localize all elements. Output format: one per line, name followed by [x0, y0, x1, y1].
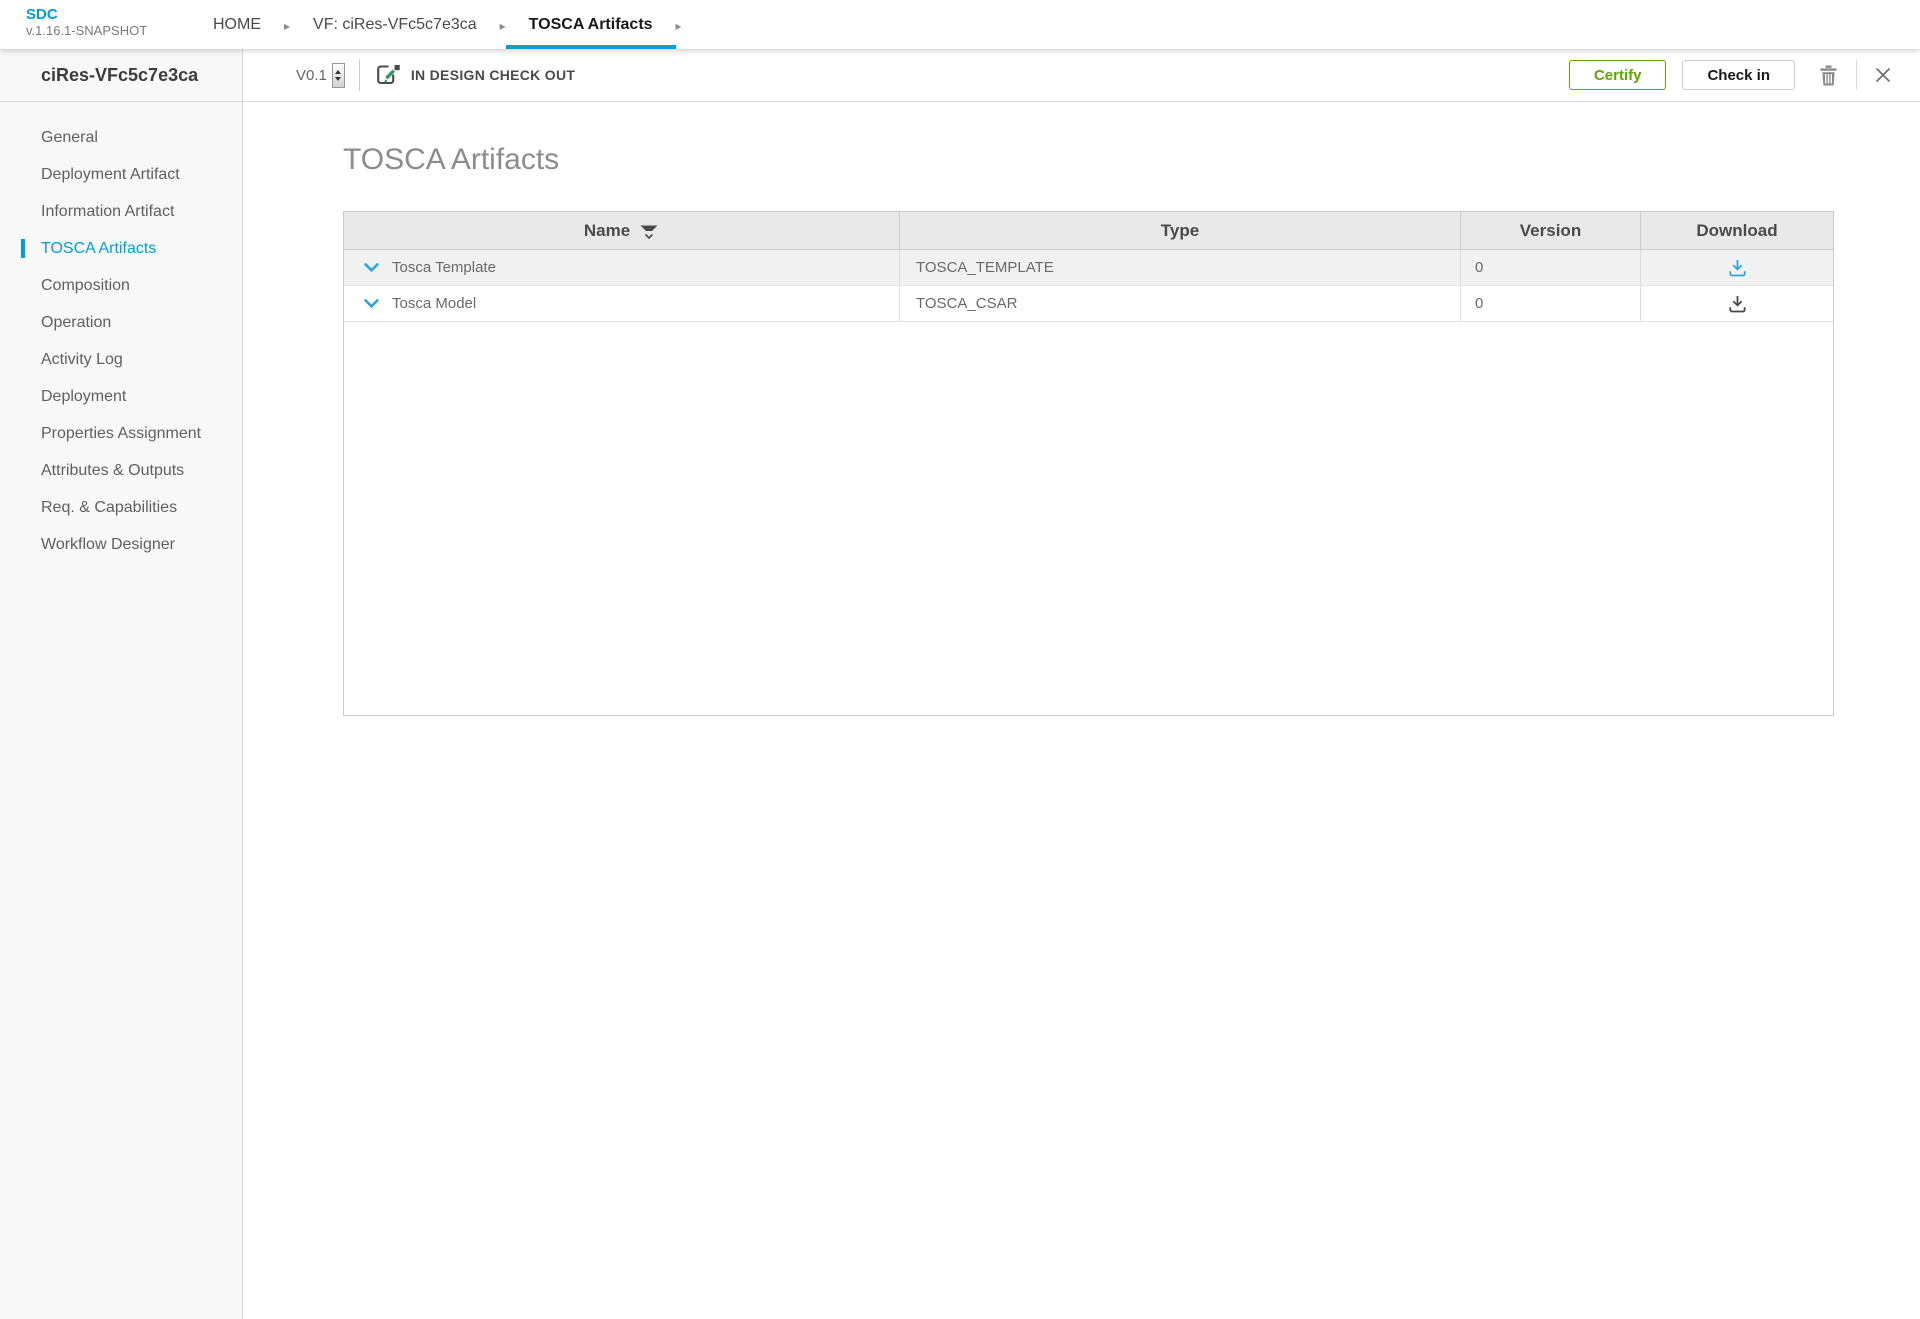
table-row-tosca-template: Tosca Template TOSCA_TEMPLATE 0 — [344, 250, 1833, 286]
column-header-type[interactable]: Type — [900, 212, 1461, 249]
sidebar-item-properties-assignment[interactable]: Properties Assignment — [0, 415, 242, 452]
edit-icon — [374, 62, 401, 88]
lifecycle-state-label: IN DESIGN CHECK OUT — [411, 67, 575, 83]
chevron-down-icon — [364, 299, 379, 309]
page-title: TOSCA Artifacts — [343, 143, 1834, 177]
tosca-artifacts-table: Name Type Version Download — [343, 211, 1834, 716]
download-button[interactable] — [1726, 293, 1749, 315]
app-logo[interactable]: SDC v.1.16.1-SNAPSHOT — [0, 0, 190, 49]
content-area: V0.1 IN DESIGN CHECK OUT Certify Check i… — [243, 49, 1920, 1319]
sidebar: ciRes-VFc5c7e3ca General Deployment Arti… — [0, 49, 243, 1319]
main-row: ciRes-VFc5c7e3ca General Deployment Arti… — [0, 49, 1920, 1319]
toolbar: V0.1 IN DESIGN CHECK OUT Certify Check i… — [243, 49, 1920, 102]
artifact-name: Tosca Template — [392, 259, 496, 276]
sidebar-item-operation[interactable]: Operation — [0, 304, 242, 341]
version-selector[interactable]: V0.1 — [296, 67, 327, 84]
close-button[interactable] — [1871, 63, 1895, 87]
sidebar-item-activity-log[interactable]: Activity Log — [0, 341, 242, 378]
sort-descending-icon — [639, 224, 659, 240]
breadcrumb-tosca-artifacts-active[interactable]: TOSCA Artifacts — [506, 0, 676, 49]
toolbar-actions: Certify Check in — [1569, 60, 1895, 90]
toolbar-divider — [359, 59, 360, 91]
tosca-artifacts-page: TOSCA Artifacts Name Type Version — [243, 102, 1920, 716]
breadcrumb: HOME ▸ VF: ciRes-VFc5c7e3ca ▸ TOSCA Arti… — [190, 0, 682, 49]
breadcrumb-separator-icon: ▸ — [676, 0, 682, 49]
breadcrumb-vf[interactable]: VF: ciRes-VFc5c7e3ca — [290, 0, 500, 49]
spinner-down-icon — [335, 77, 341, 81]
breadcrumb-home[interactable]: HOME — [190, 0, 284, 49]
artifact-name: Tosca Model — [392, 295, 476, 312]
download-button[interactable] — [1726, 257, 1749, 279]
sidebar-item-attributes-outputs[interactable]: Attributes & Outputs — [0, 452, 242, 489]
certify-button[interactable]: Certify — [1569, 60, 1667, 90]
sidebar-item-workflow-designer[interactable]: Workflow Designer — [0, 526, 242, 563]
column-header-name[interactable]: Name — [344, 212, 900, 249]
version-spinner[interactable] — [332, 63, 345, 88]
artifact-version: 0 — [1461, 250, 1641, 285]
sidebar-item-information-artifact[interactable]: Information Artifact — [0, 193, 242, 230]
sidebar-item-deployment-artifact[interactable]: Deployment Artifact — [0, 156, 242, 193]
toolbar-divider — [1856, 60, 1857, 90]
sidebar-menu: General Deployment Artifact Information … — [0, 102, 242, 563]
artifact-type: TOSCA_CSAR — [900, 286, 1461, 321]
expand-row-button[interactable] — [364, 299, 379, 309]
chevron-down-icon — [364, 263, 379, 273]
sidebar-resource-title: ciRes-VFc5c7e3ca — [0, 49, 242, 102]
app-name: SDC — [26, 7, 190, 23]
column-header-download[interactable]: Download — [1641, 212, 1833, 249]
column-header-version[interactable]: Version — [1461, 212, 1641, 249]
table-empty-area — [344, 322, 1833, 715]
table-header: Name Type Version Download — [344, 212, 1833, 250]
expand-row-button[interactable] — [364, 263, 379, 273]
sidebar-item-tosca-artifacts[interactable]: TOSCA Artifacts — [0, 230, 242, 267]
close-icon — [1875, 67, 1891, 83]
download-icon — [1728, 295, 1747, 313]
check-in-button[interactable]: Check in — [1682, 60, 1795, 90]
sidebar-item-composition[interactable]: Composition — [0, 267, 242, 304]
download-icon — [1728, 259, 1747, 277]
sidebar-item-req-capabilities[interactable]: Req. & Capabilities — [0, 489, 242, 526]
artifact-type: TOSCA_TEMPLATE — [900, 250, 1461, 285]
app-version: v.1.16.1-SNAPSHOT — [26, 23, 190, 38]
spinner-up-icon — [335, 70, 341, 74]
sidebar-item-deployment[interactable]: Deployment — [0, 378, 242, 415]
sidebar-item-general[interactable]: General — [0, 119, 242, 156]
trash-icon — [1819, 65, 1838, 86]
top-bar: SDC v.1.16.1-SNAPSHOT HOME ▸ VF: ciRes-V… — [0, 0, 1920, 49]
delete-button[interactable] — [1815, 61, 1842, 90]
artifact-version: 0 — [1461, 286, 1641, 321]
table-row-tosca-model: Tosca Model TOSCA_CSAR 0 — [344, 286, 1833, 322]
